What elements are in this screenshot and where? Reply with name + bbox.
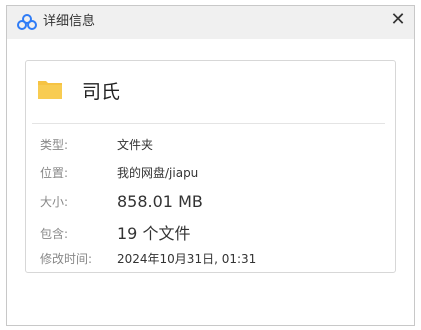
modified-value: 2024年10月31日, 01:31 <box>117 252 257 266</box>
type-row: 类型: 文件夹 <box>40 135 380 155</box>
modified-row: 修改时间: 2024年10月31日, 01:31 <box>40 249 380 269</box>
folder-name: 司氏 <box>82 81 121 103</box>
contains-label: 包含: <box>40 227 69 241</box>
details-dialog: 详细信息 ✕ 司氏 类型: 文件夹 位置: 我的网盘/jiapu 大小: 858… <box>6 5 415 326</box>
folder-icon <box>38 81 62 99</box>
type-value: 文件夹 <box>117 138 154 152</box>
size-value: 858.01 MB <box>117 192 203 211</box>
contains-value: 19 个文件 <box>117 224 191 243</box>
info-panel: 司氏 类型: 文件夹 位置: 我的网盘/jiapu 大小: 858.01 MB … <box>25 60 396 273</box>
modified-label: 修改时间: <box>40 252 93 266</box>
size-row: 大小: 858.01 MB <box>40 192 380 212</box>
size-label: 大小: <box>40 195 69 209</box>
divider <box>32 123 385 124</box>
app-logo-icon <box>17 14 37 30</box>
type-label: 类型: <box>40 138 69 152</box>
title-bar: 详细信息 ✕ <box>7 6 414 39</box>
close-button[interactable]: ✕ <box>390 10 406 30</box>
dialog-title: 详细信息 <box>43 14 96 29</box>
location-row: 位置: 我的网盘/jiapu <box>40 163 380 183</box>
location-label: 位置: <box>40 166 69 180</box>
location-value: 我的网盘/jiapu <box>117 166 199 180</box>
contains-row: 包含: 19 个文件 <box>40 224 380 244</box>
